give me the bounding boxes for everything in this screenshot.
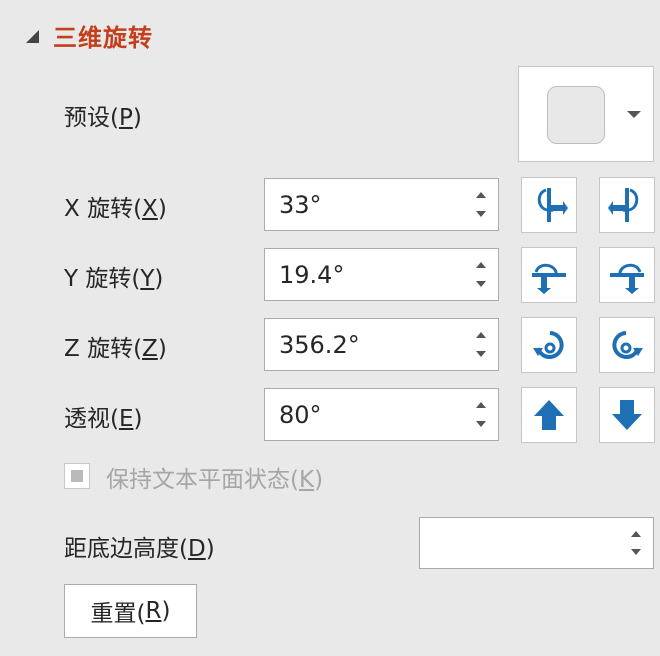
spin-down-icon[interactable] [476, 281, 486, 287]
x-rotation-input[interactable]: 33° [264, 178, 499, 231]
x-rotation-value: 33° [279, 190, 322, 219]
preset-label: 预设(P) [64, 105, 142, 131]
spin-up-icon[interactable] [476, 192, 486, 198]
rotate-counterclockwise-button[interactable] [599, 317, 655, 373]
rotate-up-icon [532, 263, 566, 294]
preset-swatch [547, 86, 605, 144]
spin-up-icon[interactable] [631, 531, 641, 537]
perspective-increase-button[interactable] [521, 387, 577, 443]
rotate-clockwise-button[interactable] [521, 317, 577, 373]
z-rotation-value: 356.2° [279, 330, 360, 359]
x-rotation-label: X 旋转(X) [64, 196, 167, 222]
perspective-value: 80° [279, 400, 322, 429]
spin-down-icon[interactable] [476, 211, 486, 217]
spin-down-icon[interactable] [476, 351, 486, 357]
keep-text-flat-checkbox[interactable] [64, 463, 90, 489]
perspective-label: 透视(E) [64, 406, 143, 432]
dropdown-caret-icon [627, 111, 641, 118]
rotate-clockwise-icon [533, 331, 564, 359]
arrow-up-icon [534, 400, 564, 430]
perspective-input[interactable]: 80° [264, 388, 499, 441]
section-title: 三维旋转 [53, 23, 153, 52]
rotate-down-icon [610, 263, 644, 294]
spin-down-icon[interactable] [476, 421, 486, 427]
spin-up-icon[interactable] [476, 332, 486, 338]
rotate-right-icon [608, 188, 639, 222]
spin-up-icon[interactable] [476, 402, 486, 408]
y-rotation-input[interactable]: 19.4° [264, 248, 499, 301]
rotate-right-button[interactable] [599, 177, 655, 233]
rotate-left-icon [537, 188, 568, 222]
rotate-left-button[interactable] [521, 177, 577, 233]
section-header-3d-rotation[interactable]: 三维旋转 [26, 18, 153, 52]
rotate-counterclockwise-icon [612, 331, 643, 359]
y-rotation-label: Y 旋转(Y) [64, 266, 164, 292]
distance-from-ground-label: 距底边高度(D) [64, 536, 215, 562]
preset-dropdown[interactable] [518, 66, 654, 162]
collapse-triangle-icon[interactable] [26, 29, 39, 43]
z-rotation-label: Z 旋转(Z) [64, 336, 167, 362]
keep-text-flat-label: 保持文本平面状态(K) [106, 467, 324, 493]
checkbox-indicator [71, 470, 83, 482]
y-rotation-value: 19.4° [279, 260, 345, 289]
arrow-down-icon [612, 400, 642, 430]
z-rotation-input[interactable]: 356.2° [264, 318, 499, 371]
reset-button[interactable]: 重置(R) [64, 584, 197, 638]
rotate-down-button[interactable] [599, 247, 655, 303]
spin-up-icon[interactable] [476, 262, 486, 268]
perspective-decrease-button[interactable] [599, 387, 655, 443]
distance-from-ground-input[interactable] [419, 517, 654, 569]
spin-down-icon[interactable] [631, 549, 641, 555]
rotate-up-button[interactable] [521, 247, 577, 303]
